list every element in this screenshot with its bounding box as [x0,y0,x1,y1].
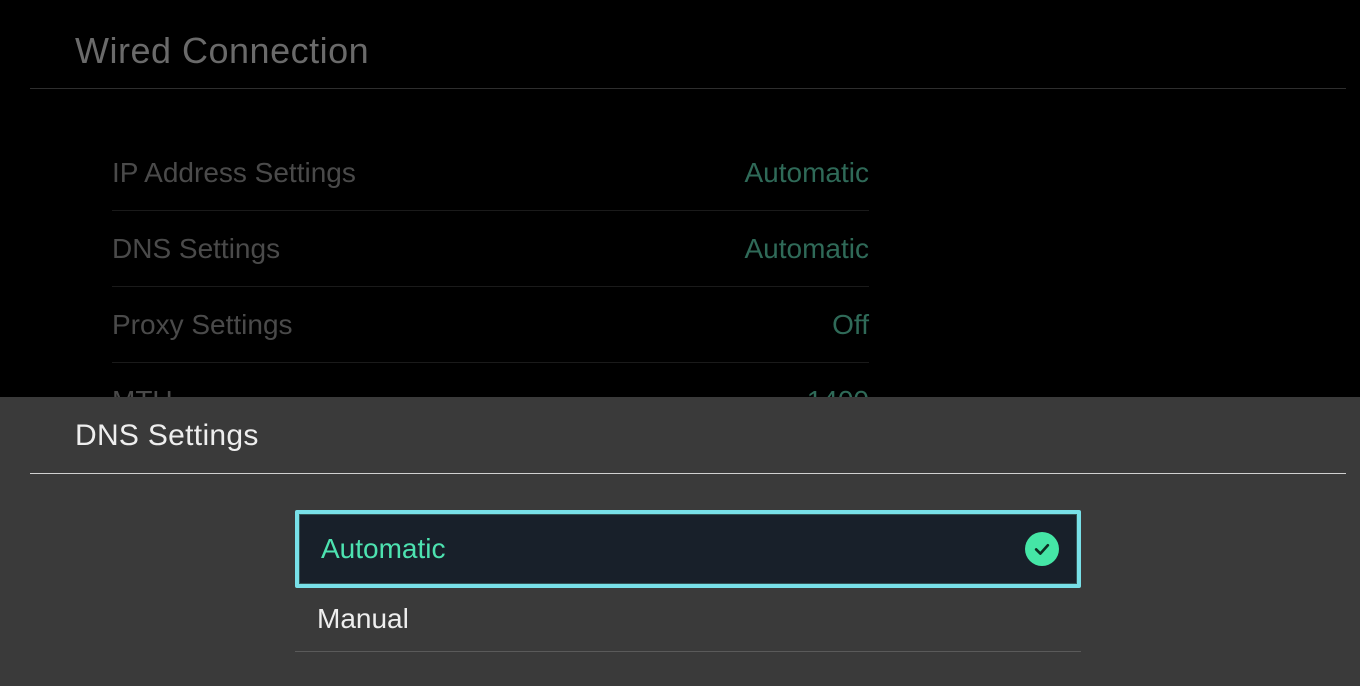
check-icon [1025,532,1059,566]
dialog-divider [30,473,1346,474]
option-label: Manual [317,603,409,635]
dns-settings-dialog: DNS Settings Automatic Manual [0,397,1360,686]
page-title: Wired Connection [75,30,369,72]
dns-option-list: Automatic Manual [295,510,1081,652]
settings-row-proxy[interactable]: Proxy Settings Off [112,287,869,363]
option-label: Automatic [321,533,446,565]
dialog-title: DNS Settings [75,419,259,453]
settings-row-dns[interactable]: DNS Settings Automatic [112,211,869,287]
settings-row-ip-address[interactable]: IP Address Settings Automatic [112,135,869,211]
settings-row-value: Automatic [745,157,870,189]
settings-row-label: DNS Settings [112,233,280,265]
dns-option-manual[interactable]: Manual [295,586,1081,652]
header-divider [30,88,1346,89]
settings-row-value: Off [832,309,869,341]
settings-row-value: Automatic [745,233,870,265]
dns-option-automatic[interactable]: Automatic [295,510,1081,588]
settings-row-label: IP Address Settings [112,157,356,189]
settings-row-label: Proxy Settings [112,309,293,341]
